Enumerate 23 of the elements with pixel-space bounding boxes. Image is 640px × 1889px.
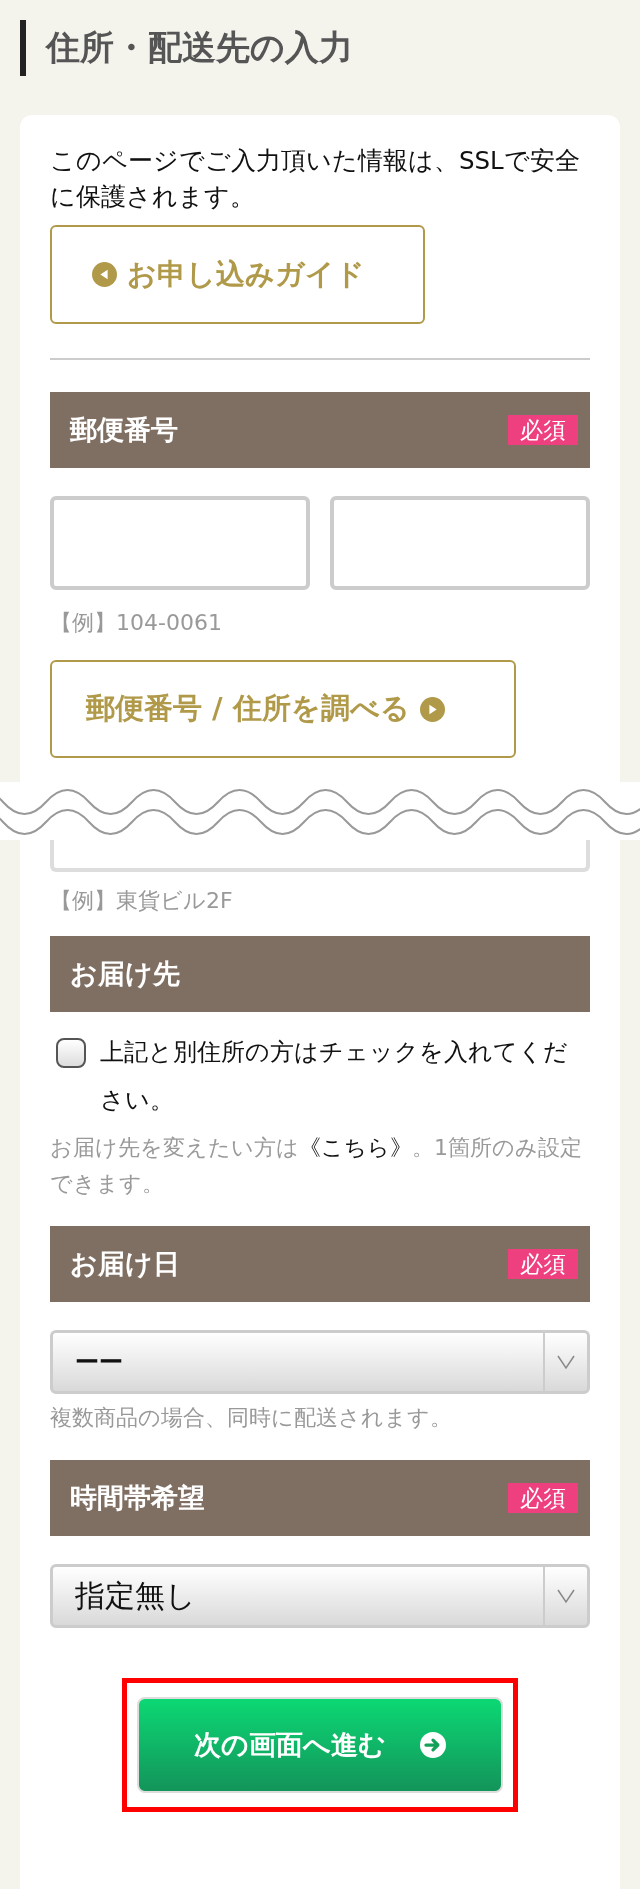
postal-code-field[interactable] [330,496,590,590]
caret-icon [556,1354,576,1370]
security-notice: このページでご入力頂いた情報は、SSLで安全に保護されます。 [50,145,581,213]
time-select[interactable]: 指定無し [50,1564,590,1628]
checkbox-label: 上記と別住所の方はチェックを入れてください。 [100,1037,569,1116]
required-badge: 必須 [508,1249,578,1279]
section-title: 郵便番号 [70,413,178,447]
date-select[interactable]: ーー [50,1330,590,1394]
example-text: 【例】104-0061 [50,609,223,637]
address-field[interactable] [50,840,590,872]
section-title: お届け先 [70,957,180,991]
postal-code-field[interactable] [50,496,310,590]
here-link[interactable]: 《こちら》 [299,1135,412,1160]
caret-icon [556,1588,576,1604]
note-text: お届け先を変えたい方は《こちら》。1箇所のみ設定できます。 [50,1134,583,1198]
page-title: 住所・配送先の入力 [46,26,353,69]
checkbox[interactable] [56,1038,86,1068]
required-badge: 必須 [508,415,578,445]
example-text: 【例】東貨ビル2F [50,887,234,915]
section-title: 時間帯希望 [70,1481,205,1515]
note-text: 複数商品の場合、同時に配送されます。 [50,1404,453,1432]
section-title: お届け日 [70,1247,180,1281]
required-badge: 必須 [508,1483,578,1513]
